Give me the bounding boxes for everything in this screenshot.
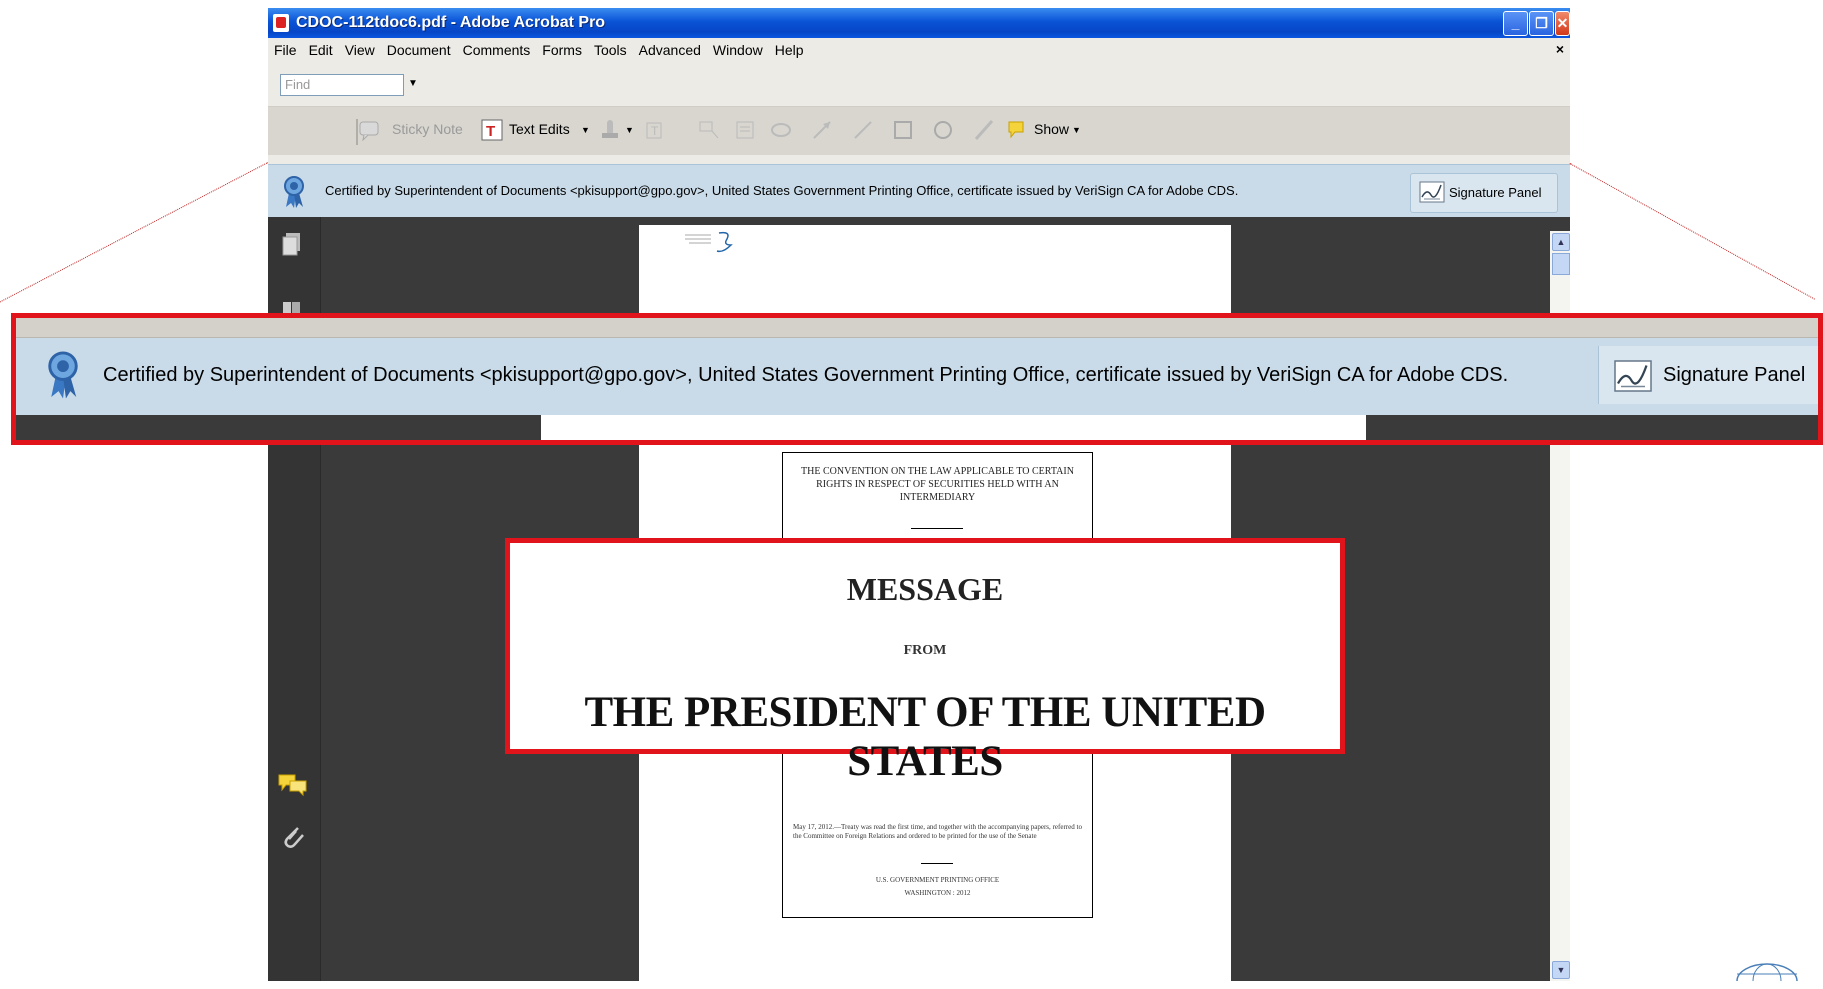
- restore-button[interactable]: ❐: [1529, 11, 1554, 36]
- zoomed-document-strip: [16, 415, 1818, 440]
- menu-document[interactable]: Document: [381, 38, 457, 58]
- find-toolbar: Find ▼: [268, 62, 1570, 107]
- cover-title: THE CONVENTION ON THE LAW APPLICABLE TO …: [801, 466, 1074, 503]
- certified-ribbon-icon: [284, 176, 304, 208]
- callout-icon[interactable]: [698, 119, 720, 141]
- treaty-note: May 17, 2012.—Treaty was read the first …: [793, 823, 1082, 840]
- svg-text:T: T: [486, 123, 495, 140]
- printer-location: WASHINGTON : 2012: [904, 889, 971, 897]
- zoomed-signature-panel-button[interactable]: Signature Panel: [1598, 346, 1818, 404]
- text-edits-button[interactable]: Text Edits: [509, 121, 570, 137]
- line-icon[interactable]: [852, 119, 874, 141]
- menu-edit[interactable]: Edit: [303, 38, 339, 58]
- menu-file[interactable]: File: [268, 38, 303, 58]
- menu-comments[interactable]: Comments: [457, 38, 537, 58]
- from-heading: FROM: [903, 643, 947, 658]
- pdf-icon: [273, 14, 289, 32]
- stamp-dropdown-icon[interactable]: ▼: [625, 125, 634, 135]
- zoom-connector-left: [0, 162, 269, 314]
- sticky-note-button[interactable]: Sticky Note: [392, 121, 463, 137]
- zoomed-message-callout: MESSAGE FROM THE PRESIDENT OF THE UNITED…: [505, 538, 1345, 785]
- show-button[interactable]: Show: [1034, 121, 1069, 137]
- text-edits-icon[interactable]: T: [481, 119, 503, 141]
- stamp-icon[interactable]: [599, 119, 621, 141]
- menu-help[interactable]: Help: [769, 38, 810, 58]
- scroll-up-icon[interactable]: ▲: [1552, 233, 1570, 251]
- rectangle-icon[interactable]: [892, 119, 914, 141]
- zoomed-page-edge: [541, 415, 1366, 440]
- arrow-icon[interactable]: [811, 119, 833, 141]
- comments-icon[interactable]: [278, 773, 308, 797]
- cloud-icon[interactable]: [770, 119, 792, 141]
- menu-forms[interactable]: Forms: [536, 38, 588, 58]
- find-input[interactable]: Find: [280, 74, 404, 96]
- zoomed-certification-bar: Certified by Superintendent of Documents…: [16, 338, 1818, 416]
- zoom-connector-right: [1569, 163, 1815, 300]
- globe-logo-icon: [1736, 963, 1798, 981]
- zoomed-signature-panel-label: Signature Panel: [1663, 364, 1806, 386]
- document-close-button[interactable]: ×: [1556, 41, 1564, 57]
- signature-panel-label: Signature Panel: [1449, 185, 1542, 200]
- signature-pen-icon: [1419, 181, 1445, 203]
- zoomed-signature-pen-icon: [1614, 360, 1652, 392]
- zoomed-toolbar-strip: [16, 318, 1818, 338]
- menu-advanced[interactable]: Advanced: [633, 38, 707, 58]
- pencil-icon[interactable]: [973, 119, 995, 141]
- svg-text:T: T: [651, 124, 659, 138]
- title-bar: CDOC-112tdoc6.pdf - Adobe Acrobat Pro _ …: [268, 8, 1570, 38]
- pages-icon[interactable]: [280, 232, 304, 258]
- certification-text: Certified by Superintendent of Documents…: [325, 183, 1239, 198]
- scroll-down-icon[interactable]: ▼: [1552, 961, 1570, 979]
- printer-name: U.S. GOVERNMENT PRINTING OFFICE: [875, 876, 1000, 884]
- text-edits-dropdown-icon[interactable]: ▼: [581, 125, 590, 135]
- show-dropdown-icon[interactable]: ▼: [1072, 125, 1081, 135]
- certification-bar: Certified by Superintendent of Documents…: [268, 164, 1570, 218]
- list-icon[interactable]: [734, 119, 756, 141]
- minimize-button[interactable]: _: [1503, 11, 1528, 36]
- window-title: CDOC-112tdoc6.pdf - Adobe Acrobat Pro: [296, 14, 606, 31]
- cover-rule-lower: [921, 863, 953, 864]
- cover-rule: [911, 528, 963, 529]
- menu-bar: File Edit View Document Comments Forms Tools Ad…: [268, 38, 1570, 62]
- zoomed-certified-ribbon-icon: [48, 351, 78, 399]
- close-button[interactable]: ✕: [1555, 11, 1570, 36]
- president-heading: THE PRESIDENT OF THE UNITED STATES: [584, 689, 1266, 785]
- attachment-icon[interactable]: [280, 822, 306, 850]
- message-heading: MESSAGE: [846, 571, 1004, 607]
- text-box-icon[interactable]: T: [643, 119, 665, 141]
- gpo-authenticated-seal-icon: [685, 231, 733, 253]
- menu-tools[interactable]: Tools: [588, 38, 633, 58]
- scroll-thumb[interactable]: [1552, 253, 1570, 275]
- oval-icon[interactable]: [932, 119, 954, 141]
- menu-window[interactable]: Window: [707, 38, 769, 58]
- show-comments-icon[interactable]: [1007, 119, 1029, 141]
- menu-view[interactable]: View: [339, 38, 381, 58]
- find-dropdown-icon[interactable]: ▼: [408, 78, 418, 89]
- zoomed-certification-callout: Certified by Superintendent of Documents…: [11, 313, 1823, 445]
- sticky-note-icon[interactable]: [358, 119, 380, 141]
- comment-toolbar: Sticky Note T Text Edits ▼ ▼ T Show ▼: [268, 107, 1570, 155]
- signature-panel-button[interactable]: Signature Panel: [1410, 173, 1558, 213]
- zoomed-certification-text: Certified by Superintendent of Documents…: [103, 364, 1509, 386]
